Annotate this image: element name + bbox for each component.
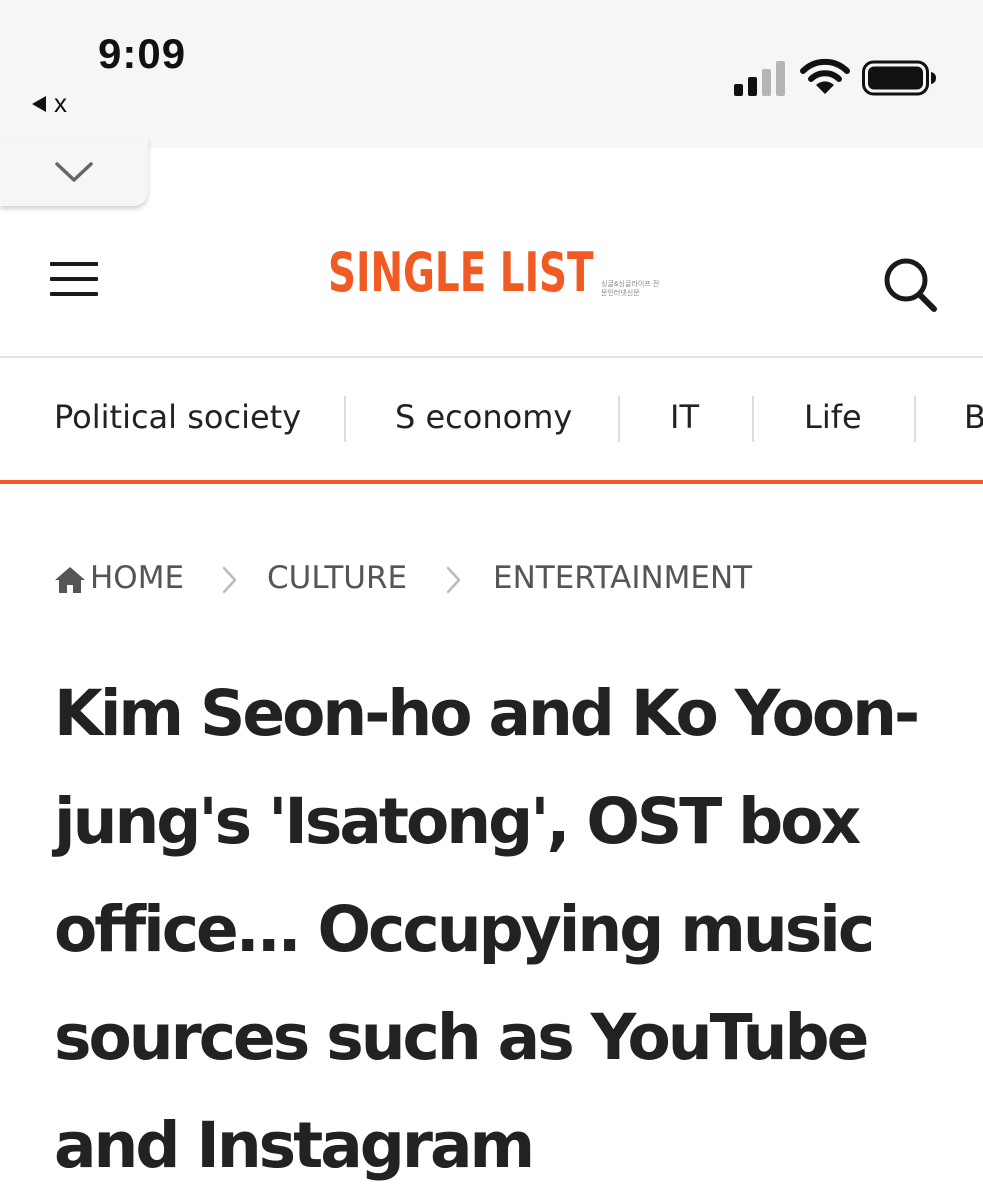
- cellular-signal-icon: [734, 61, 785, 96]
- logo-text: SINGLE LIST: [328, 241, 594, 304]
- nav-divider: [914, 396, 916, 442]
- status-bar: 9:09 x: [0, 0, 983, 148]
- nav-divider: [752, 396, 754, 442]
- back-arrow-icon: [32, 95, 46, 112]
- wifi-icon: [800, 58, 850, 94]
- menu-button[interactable]: [50, 262, 98, 302]
- nav-item-life[interactable]: Life: [804, 398, 862, 436]
- nav-divider: [344, 396, 346, 442]
- site-logo[interactable]: SINGLE LIST 싱글&싱글라이프 전문인터넷신문: [328, 246, 697, 300]
- collapse-toolbar-button[interactable]: [0, 138, 148, 206]
- nav-item-b[interactable]: B: [964, 398, 983, 436]
- breadcrumb-home[interactable]: HOME: [90, 560, 184, 596]
- status-time: 9:09: [98, 30, 187, 77]
- back-to-app-button[interactable]: x: [32, 88, 67, 119]
- chevron-down-icon: [55, 162, 93, 182]
- nav-item-it[interactable]: IT: [670, 398, 699, 436]
- breadcrumb-culture[interactable]: CULTURE: [267, 560, 407, 596]
- nav-divider: [618, 396, 620, 442]
- nav-item-political-society[interactable]: Political society: [54, 398, 301, 436]
- chevron-right-icon: [446, 566, 461, 594]
- breadcrumb-entertainment[interactable]: ENTERTAINMENT: [493, 560, 752, 596]
- hamburger-icon: [50, 262, 98, 296]
- battery-icon: [862, 60, 936, 96]
- chevron-right-icon: [222, 566, 237, 594]
- site-header: SINGLE LIST 싱글&싱글라이프 전문인터넷신문: [0, 210, 983, 358]
- category-nav: Political society S economy IT Life B: [0, 358, 983, 484]
- logo-subtext: 싱글&싱글라이프 전문인터넷신문: [601, 281, 660, 297]
- nav-item-s-economy[interactable]: S economy: [395, 398, 572, 436]
- back-app-label: x: [54, 88, 67, 118]
- home-icon: [55, 567, 85, 593]
- search-icon[interactable]: [880, 254, 940, 314]
- article-headline: Kim Seon-ho and Ko Yoon-jung's 'Isatong'…: [54, 677, 920, 1182]
